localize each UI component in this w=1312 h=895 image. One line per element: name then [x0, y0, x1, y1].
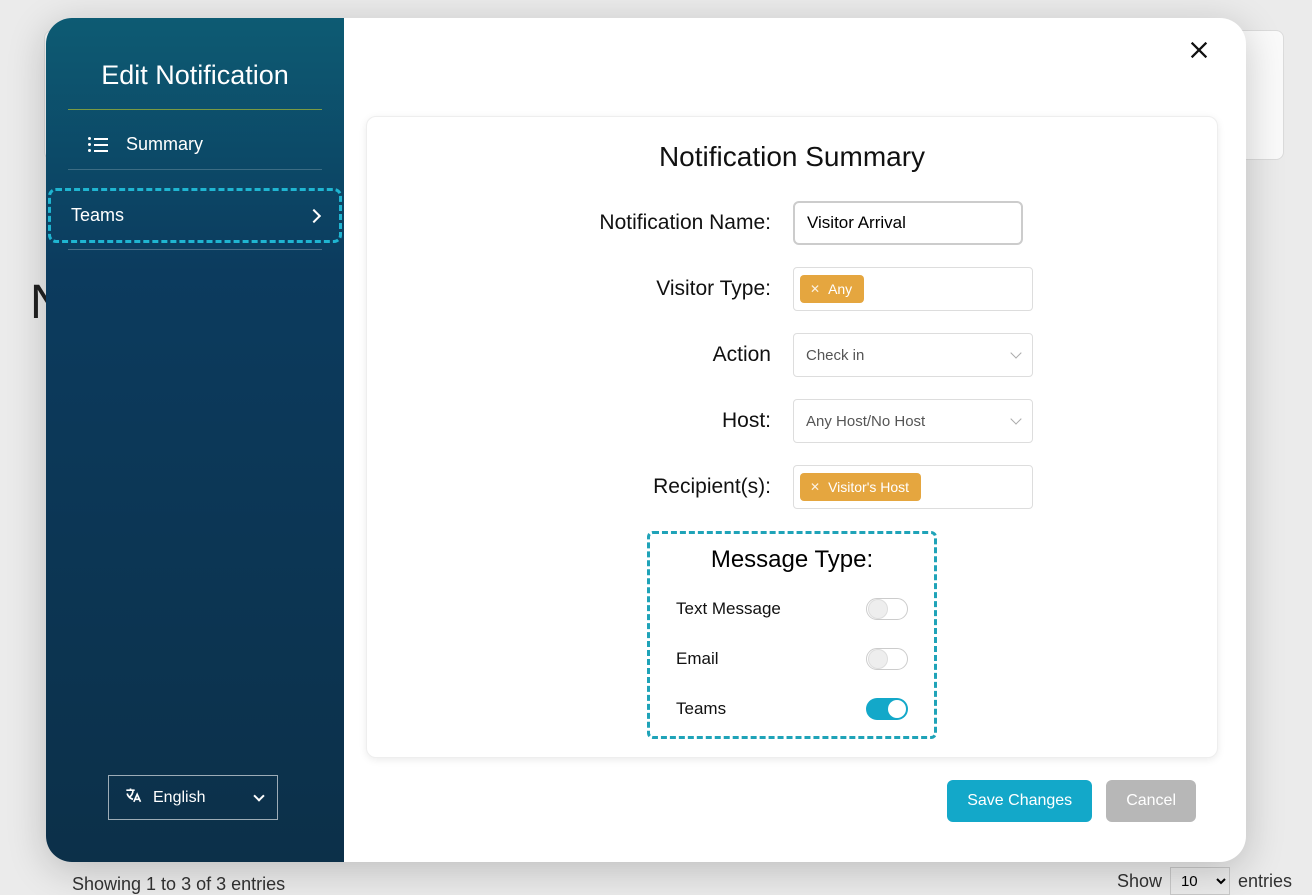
translate-icon [123, 786, 143, 809]
host-value: Any Host/No Host [806, 413, 925, 430]
row-visitor-type: Visitor Type: ✕ Any [403, 267, 1181, 311]
content-card: Notification Summary Notification Name: … [366, 116, 1218, 758]
row-teams: Teams [676, 698, 908, 720]
close-icon [1188, 39, 1210, 61]
teams-toggle[interactable] [866, 698, 908, 720]
sidebar-item-teams[interactable]: Teams [48, 188, 342, 243]
visitor-type-label: Visitor Type: [403, 277, 793, 301]
section-title: Notification Summary [403, 141, 1181, 173]
text-message-label: Text Message [676, 599, 781, 619]
chevron-down-icon [1010, 347, 1021, 358]
recipients-field[interactable]: ✕ Visitor's Host [793, 465, 1033, 509]
row-email: Email [676, 648, 908, 670]
modal-actions: Save Changes Cancel [366, 780, 1218, 822]
language-select[interactable]: English [108, 775, 278, 820]
save-button[interactable]: Save Changes [947, 780, 1092, 822]
host-label: Host: [403, 409, 793, 433]
language-label: English [153, 789, 205, 807]
visitor-type-chip-label: Any [828, 281, 852, 297]
action-label: Action [403, 343, 793, 367]
row-action: Action Check in [403, 333, 1181, 377]
close-button[interactable] [1188, 38, 1210, 66]
row-notification-name: Notification Name: [403, 201, 1181, 245]
host-select[interactable]: Any Host/No Host [793, 399, 1033, 443]
text-message-toggle[interactable] [866, 598, 908, 620]
sidebar-item-summary[interactable]: Summary [68, 120, 322, 170]
list-icon [88, 137, 108, 152]
chevron-down-icon [253, 790, 264, 801]
modal-title: Edit Notification [68, 60, 322, 110]
chip-remove-icon[interactable]: ✕ [810, 282, 820, 296]
teams-label: Teams [676, 699, 726, 719]
chevron-right-icon [307, 208, 321, 222]
modal-main: Notification Summary Notification Name: … [344, 18, 1246, 862]
sidebar-summary-label: Summary [126, 134, 203, 155]
sidebar-teams-label: Teams [71, 205, 124, 226]
visitor-type-field[interactable]: ✕ Any [793, 267, 1033, 311]
cancel-button[interactable]: Cancel [1106, 780, 1196, 822]
chevron-down-icon [1010, 413, 1021, 424]
action-value: Check in [806, 347, 864, 364]
row-text-message: Text Message [676, 598, 908, 620]
email-label: Email [676, 649, 719, 669]
modal-sidebar: Edit Notification Summary Teams English [46, 18, 344, 862]
action-select[interactable]: Check in [793, 333, 1033, 377]
name-label: Notification Name: [403, 211, 793, 235]
recipients-label: Recipient(s): [403, 475, 793, 499]
chip-remove-icon[interactable]: ✕ [810, 480, 820, 494]
recipients-chip-label: Visitor's Host [828, 479, 909, 495]
email-toggle[interactable] [866, 648, 908, 670]
row-recipients: Recipient(s): ✕ Visitor's Host [403, 465, 1181, 509]
sidebar-divider [68, 249, 322, 250]
message-type-title: Message Type: [676, 546, 908, 574]
notification-name-input[interactable] [793, 201, 1023, 245]
edit-notification-modal: Edit Notification Summary Teams English … [46, 18, 1246, 862]
visitor-type-chip[interactable]: ✕ Any [800, 275, 864, 303]
recipients-chip[interactable]: ✕ Visitor's Host [800, 473, 921, 501]
message-type-section: Message Type: Text Message Email Teams [647, 531, 937, 739]
row-host: Host: Any Host/No Host [403, 399, 1181, 443]
